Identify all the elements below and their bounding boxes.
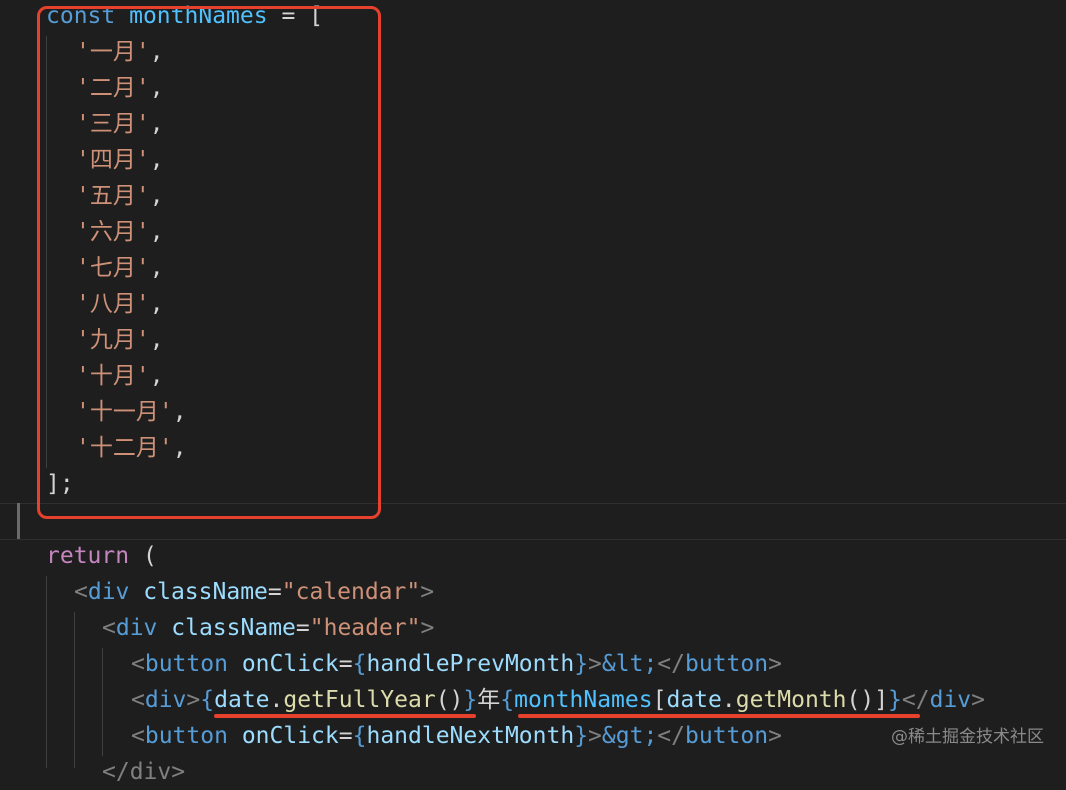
- tag-div: div: [87, 579, 130, 605]
- code-line: <div>{date.getFullYear()}年{monthNames[da…: [131, 687, 986, 713]
- indent-guide: [102, 648, 103, 756]
- tag-div: div: [144, 687, 187, 713]
- tag-button: button: [144, 723, 228, 749]
- editor-divider: [0, 539, 1066, 540]
- attr-classname: className: [171, 615, 296, 641]
- variable-date: date: [214, 687, 270, 713]
- code-editor[interactable]: const monthNames = [ '一月', '二月', '三月', '…: [0, 0, 1066, 785]
- attr-classname: className: [143, 579, 268, 605]
- variable-date: date: [666, 687, 722, 713]
- handler-prev-month: handlePrevMonth: [366, 651, 575, 677]
- underline-full-year: [214, 714, 476, 718]
- variable-month-names: monthNames: [514, 687, 653, 713]
- attr-onclick: onClick: [241, 651, 339, 677]
- code-line: <div className="header">: [102, 615, 435, 641]
- code-line: <button onClick={handleNextMonth}>&gt;</…: [131, 723, 782, 749]
- underline-month-names: [518, 714, 920, 718]
- indent-guide: [74, 612, 75, 768]
- text-year-char: 年: [477, 687, 501, 713]
- tag-div: div: [929, 687, 972, 713]
- string-calendar: "calendar": [281, 579, 421, 605]
- tag-button: button: [685, 651, 769, 677]
- keyword-return: return: [46, 543, 130, 569]
- attr-onclick: onClick: [241, 723, 339, 749]
- tag-div-close: </div>: [102, 759, 186, 785]
- code-line: <button onClick={handlePrevMonth}>&lt;</…: [131, 651, 782, 677]
- entity-gt: &gt;: [601, 723, 658, 749]
- tag-div: div: [115, 615, 158, 641]
- cursor-line-indicator: [17, 503, 20, 539]
- method-get-full-year: getFullYear: [283, 687, 436, 713]
- method-get-month: getMonth: [735, 687, 847, 713]
- code-line-partial: </div>: [102, 754, 185, 790]
- entity-lt: &lt;: [601, 651, 658, 677]
- paren-open: (: [129, 543, 157, 569]
- watermark: @稀土掘金技术社区: [891, 727, 1044, 747]
- highlight-box-month-names: [37, 6, 381, 519]
- indent-guide: [46, 576, 47, 768]
- tag-button: button: [685, 723, 769, 749]
- string-header: "header": [309, 615, 421, 641]
- tag-button: button: [144, 651, 228, 677]
- code-line: return (: [46, 538, 157, 574]
- code-line: <div className="calendar">: [74, 579, 435, 605]
- handler-next-month: handleNextMonth: [366, 723, 575, 749]
